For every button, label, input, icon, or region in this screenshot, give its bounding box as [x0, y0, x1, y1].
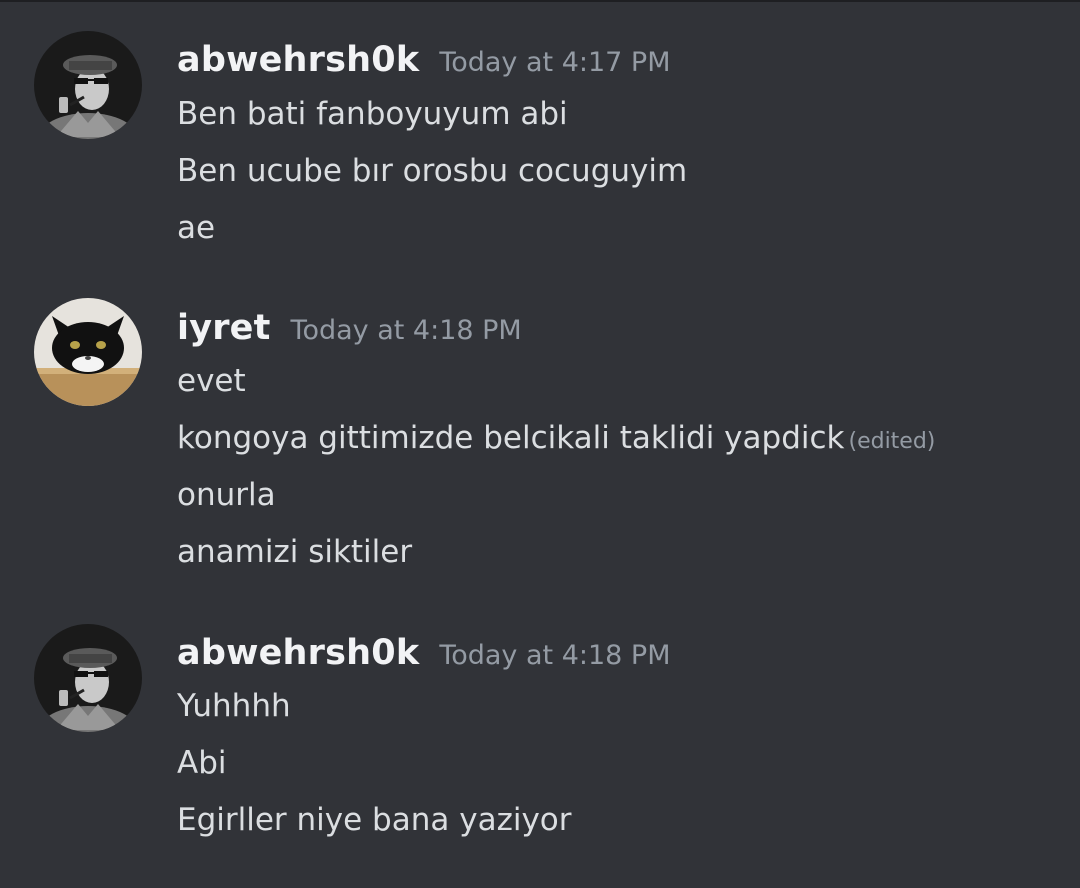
- timestamp[interactable]: Today at 4:17 PM: [439, 47, 670, 78]
- message-text: Ben bati fanboyuyum abi: [177, 96, 568, 132]
- officer-avatar-icon[interactable]: [34, 31, 142, 139]
- timestamp[interactable]: Today at 4:18 PM: [291, 315, 522, 346]
- officer-avatar-icon[interactable]: [34, 624, 142, 732]
- message-header: iyret Today at 4:18 PM: [177, 308, 522, 348]
- message-text-edited: kongoya gittimizde belcikali taklidi yap…: [177, 420, 935, 456]
- message-text: Ben ucube bır orosbu cocuguyim: [177, 153, 688, 189]
- message-text: Egirller niye bana yaziyor: [177, 802, 572, 838]
- message-text: onurla: [177, 477, 276, 513]
- message-text: anamizi siktiler: [177, 534, 413, 570]
- username[interactable]: abwehrsh0k: [177, 40, 419, 80]
- message-header: abwehrsh0k Today at 4:17 PM: [177, 40, 671, 80]
- message-text: evet: [177, 363, 246, 399]
- username[interactable]: iyret: [177, 308, 271, 348]
- message-header: abwehrsh0k Today at 4:18 PM: [177, 633, 671, 673]
- timestamp[interactable]: Today at 4:18 PM: [439, 640, 670, 671]
- top-divider: [0, 0, 1080, 2]
- black-cat-avatar-icon[interactable]: [34, 298, 142, 406]
- edited-label: (edited): [848, 429, 936, 454]
- message-text: Abi: [177, 745, 227, 781]
- message-text: kongoya gittimizde belcikali taklidi yap…: [177, 420, 845, 456]
- message-text: Yuhhhh: [177, 688, 291, 724]
- message-text: ae: [177, 210, 216, 246]
- username[interactable]: abwehrsh0k: [177, 633, 419, 673]
